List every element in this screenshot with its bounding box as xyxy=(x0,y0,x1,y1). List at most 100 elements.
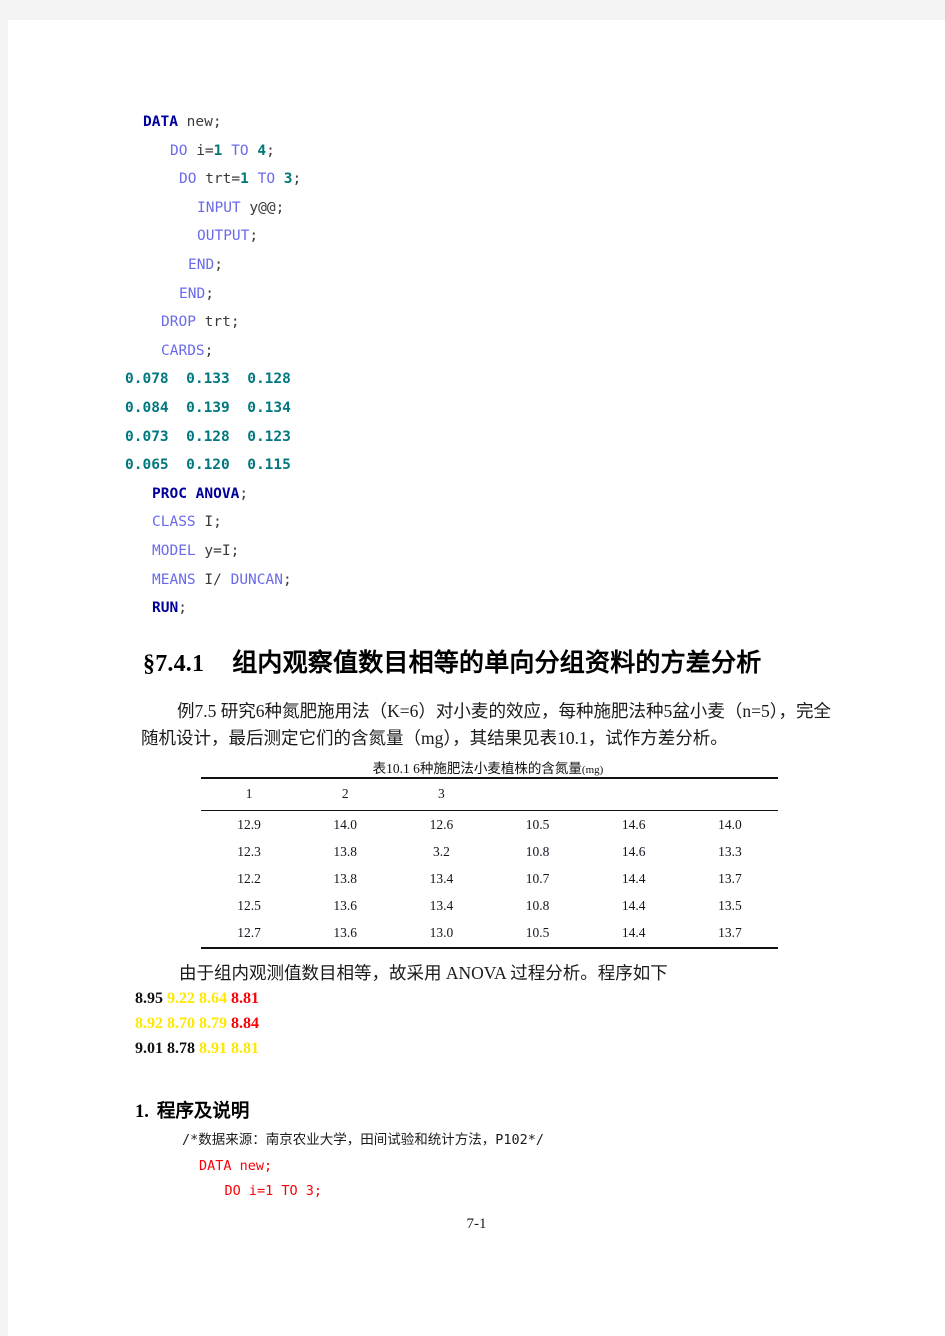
colored-number: 8.92 xyxy=(135,1015,163,1032)
code-token: PROC ANOVA xyxy=(152,485,240,502)
code-line: CARDS; xyxy=(125,337,825,366)
code-token: I/ xyxy=(195,571,222,588)
code-token: OUTPUT xyxy=(197,228,250,245)
colored-number: 8.84 xyxy=(227,1015,259,1032)
code-line: DATA new; xyxy=(125,108,825,137)
table-head: 1 2 3 xyxy=(201,778,778,811)
table-cell: 12.7 xyxy=(237,925,261,941)
colored-number-row: 9.01 8.78 8.91 8.81 xyxy=(135,1036,259,1061)
code-token: ; xyxy=(239,485,249,502)
code-token: y=I; xyxy=(195,542,240,559)
table-cell: 13.6 xyxy=(333,898,358,914)
table-cell: 10.8 xyxy=(525,898,550,914)
table-cell: 14.0 xyxy=(718,816,742,832)
nitrogen-content-table: 123 12.9 14.0 12.6 10.5 14.6 14.0 12.3 13.8 3.2 1… xyxy=(201,777,778,949)
colored-number-rows: 8.95 9.22 8.64 8.81 8.92 8.70 8.79 8.84 9.… xyxy=(135,986,259,1061)
table-cell: 14.4 xyxy=(621,898,646,914)
table-cell: 14.6 xyxy=(621,843,646,859)
code-token: ; xyxy=(282,571,292,588)
code-token: TO xyxy=(257,171,276,188)
table-row: 12.9 14.0 12.6 10.5 14.6 14.0 xyxy=(201,811,778,839)
code-token: ; xyxy=(266,142,275,159)
code-token: ; xyxy=(205,285,214,302)
page-footer: 7-1 xyxy=(466,1216,487,1232)
code-line: RUN; xyxy=(125,594,825,623)
code-token: RUN xyxy=(152,600,179,617)
program-section-heading: 1. 程序及说明 xyxy=(135,1097,249,1123)
table-cell: 12.2 xyxy=(237,870,261,886)
code-token: INPUT xyxy=(197,199,241,216)
table-header-row: 1 2 3 xyxy=(201,778,778,811)
table-column-header xyxy=(682,778,778,811)
code-token: END xyxy=(179,285,206,302)
colored-number: 9.01 xyxy=(135,1040,163,1057)
program-section-number: 1 xyxy=(135,1102,145,1122)
table-caption: 表10.1 6种施肥法小麦植株的含氮量(mg) xyxy=(198,757,778,777)
table-cell: 14.4 xyxy=(621,870,646,886)
table-cell: 13.7 xyxy=(718,870,742,886)
code-token: DATA xyxy=(143,114,178,130)
table-body: 12.9 14.0 12.6 10.5 14.6 14.0 12.3 13.8 3.2 10.8 1… xyxy=(201,811,778,948)
table-cell: 13.3 xyxy=(718,843,742,859)
code-token: 4 xyxy=(257,142,267,159)
section-number: §7.4.1 xyxy=(143,651,205,677)
table-cell: 13.4 xyxy=(429,898,454,914)
colored-number: 8.81 xyxy=(227,990,259,1007)
table-cell: 13.0 xyxy=(429,925,454,941)
code-token: CLASS xyxy=(152,514,196,531)
code-line: DO i=1 TO 4; xyxy=(125,137,825,166)
colored-number: 8.64 xyxy=(195,990,227,1007)
table-cell: 13.6 xyxy=(333,925,358,941)
code-token: MODEL xyxy=(152,542,196,559)
table-column-header xyxy=(489,778,585,811)
code-token: I; xyxy=(195,514,222,531)
table-caption-unit: (mg) xyxy=(581,764,604,776)
code-token: ; xyxy=(214,256,223,273)
code-line: END; xyxy=(125,280,825,309)
code-line: INPUT y@@; xyxy=(125,194,825,223)
code-token: 0.065 0.120 0.115 xyxy=(125,457,291,474)
colored-number: 8.78 xyxy=(163,1040,195,1057)
analysis-note: 由于组内观测值数目相等，故采用 ANOVA 过程分析。程序如下 xyxy=(179,963,668,983)
table-row: 12.3 13.8 3.2 10.8 14.6 13.3 xyxy=(201,838,778,865)
table-cell: 14.4 xyxy=(621,925,646,941)
code-line: PROC ANOVA; xyxy=(125,480,825,509)
table-column-header: 2 xyxy=(341,786,349,801)
code-line: MEANS I/ DUNCAN; xyxy=(125,566,825,595)
code-token: ; xyxy=(204,342,214,359)
table-cell: 12.3 xyxy=(237,843,261,859)
code-token: i= xyxy=(187,142,214,159)
code-token: DO xyxy=(170,142,188,159)
code-line: DROP trt; xyxy=(125,308,825,337)
code-token: END xyxy=(188,256,215,273)
table-row: 12.5 13.6 13.4 10.8 14.4 13.5 xyxy=(201,893,778,920)
table-column-header: 1 xyxy=(245,786,253,801)
example-paragraph-text: 例7.5 研究6种氮肥施用法（K=6）对小麦的效应，每种施肥法种5盆小麦（n=5… xyxy=(141,701,831,748)
code-token: CARDS xyxy=(161,342,205,359)
code-token: ; xyxy=(178,600,187,617)
code-token: 0.078 0.133 0.128 xyxy=(125,371,291,388)
code-line: MODEL y=I; xyxy=(125,537,825,566)
colored-number: 8.95 xyxy=(135,990,163,1007)
colored-number-row: 8.95 9.22 8.64 8.81 xyxy=(135,986,259,1011)
table-cell: 3.2 xyxy=(432,843,450,859)
code-token: ; xyxy=(249,228,259,245)
code-token: DROP xyxy=(161,314,196,331)
code-line: DO trt=1 TO 3; xyxy=(125,165,825,194)
table-cell: 13.4 xyxy=(429,870,454,886)
code-token: 0.073 0.128 0.123 xyxy=(125,428,291,445)
section-heading: §7.4.1 组内观察值数目相等的单向分组资料的方差分析 xyxy=(143,643,903,679)
table-row: 12.7 13.6 13.0 10.5 14.4 13.7 xyxy=(201,920,778,948)
document-page: DATA new; DO i=1 TO 4; DO trt=1 TO 3; INPUT… xyxy=(8,20,945,1336)
code-token: y@@; xyxy=(240,199,285,216)
program-section-title: 程序及说明 xyxy=(156,1102,250,1122)
code-token: DO xyxy=(179,171,197,188)
colored-number: 8.91 xyxy=(195,1040,227,1057)
table-cell: 10.7 xyxy=(525,870,550,886)
colored-number: 8.79 xyxy=(195,1015,227,1032)
code-line: END; xyxy=(125,251,825,280)
sas-code-block-top: DATA new; DO i=1 TO 4; DO trt=1 TO 3; INPUT… xyxy=(125,108,825,623)
